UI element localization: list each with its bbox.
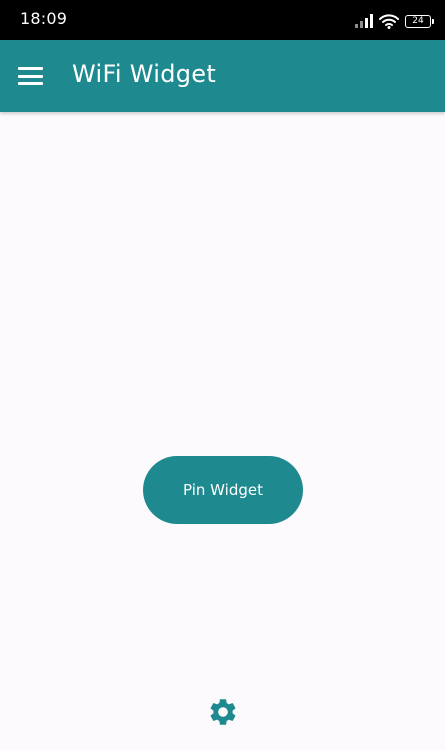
wifi-icon xyxy=(379,13,399,29)
status-icons: 24 xyxy=(355,12,434,30)
gear-icon[interactable] xyxy=(207,696,239,728)
app-bar: WiFi Widget xyxy=(0,40,445,112)
battery-level: 24 xyxy=(412,16,424,26)
pin-widget-button[interactable]: Pin Widget xyxy=(143,456,303,524)
menu-icon[interactable] xyxy=(18,67,43,85)
status-time: 18:09 xyxy=(20,9,68,28)
signal-icon xyxy=(355,14,373,28)
app-title: WiFi Widget xyxy=(72,60,217,88)
battery-icon: 24 xyxy=(405,14,434,28)
status-bar: 18:09 24 xyxy=(0,0,445,40)
